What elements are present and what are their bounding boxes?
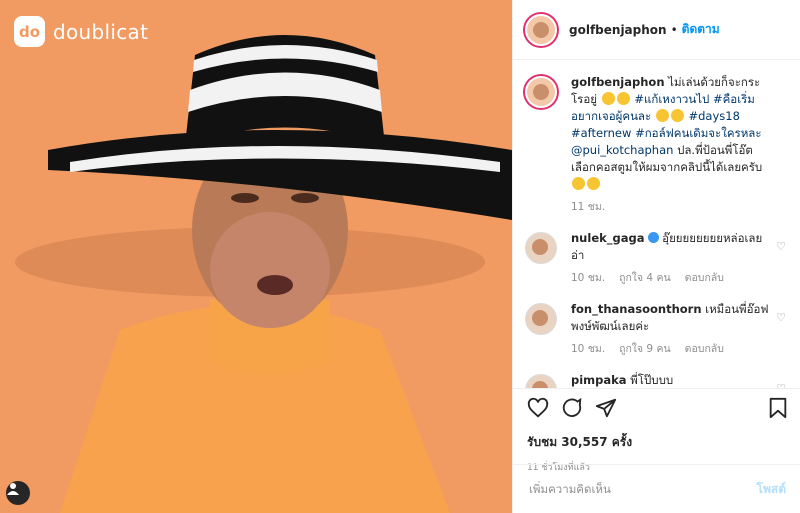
bookmark-icon[interactable] bbox=[768, 397, 788, 423]
avatar[interactable] bbox=[525, 13, 557, 46]
post-header: golfbenjaphon • ติดตาม bbox=[513, 0, 800, 60]
comment-time[interactable]: 10 ชม. bbox=[571, 270, 605, 287]
post-actions: รับชม 30,557 ครั้ง 11 ชั่วโมงที่แล้ว bbox=[513, 388, 800, 474]
caption-username[interactable]: golfbenjaphon bbox=[571, 75, 665, 89]
comments-list[interactable]: golfbenjaphon ไม่เล่นด้วยก็จะกระโรอยู่ #… bbox=[513, 60, 800, 388]
caption: golfbenjaphon ไม่เล่นด้วยก็จะกระโรอยู่ #… bbox=[513, 74, 800, 216]
follow-button[interactable]: ติดตาม bbox=[682, 20, 720, 39]
emoji-icon bbox=[587, 177, 600, 190]
reply-button[interactable]: ตอบกลับ bbox=[685, 270, 724, 287]
verified-badge-icon bbox=[647, 232, 659, 243]
post-media[interactable]: do doublicat bbox=[0, 0, 512, 513]
user-tag-icon[interactable] bbox=[6, 481, 30, 505]
emoji-icon bbox=[601, 92, 615, 105]
avatar[interactable] bbox=[525, 76, 557, 108]
comment-item: pimpaka พี่โป๊บบบ ♡ bbox=[513, 372, 800, 388]
comment-time[interactable]: 10 ชม. bbox=[571, 341, 605, 358]
hashtag[interactable]: #แก้เหงาวนไป bbox=[634, 92, 709, 106]
like-comment-icon[interactable]: ♡ bbox=[776, 311, 786, 324]
emoji-icon bbox=[655, 109, 669, 122]
post-button[interactable]: โพสต์ bbox=[757, 480, 786, 499]
reply-button[interactable]: ตอบกลับ bbox=[685, 341, 724, 358]
share-icon[interactable] bbox=[595, 397, 617, 423]
comment-text: พี่โป๊บบบ bbox=[630, 373, 674, 387]
avatar[interactable] bbox=[525, 303, 557, 335]
doublicat-watermark: do doublicat bbox=[14, 16, 148, 47]
brand-name: doublicat bbox=[53, 19, 149, 44]
avatar[interactable] bbox=[525, 374, 557, 388]
heart-icon[interactable] bbox=[527, 397, 549, 423]
comment-likes[interactable]: ถูกใจ 9 คน bbox=[619, 341, 671, 358]
like-comment-icon[interactable]: ♡ bbox=[776, 240, 786, 253]
emoji-icon bbox=[616, 92, 630, 105]
comment-input[interactable] bbox=[527, 481, 757, 497]
separator-dot: • bbox=[670, 22, 678, 37]
comment-username[interactable]: fon_thanasoonthorn bbox=[571, 302, 702, 316]
hashtag[interactable]: #days18 bbox=[688, 109, 739, 123]
comment-item: fon_thanasoonthorn เหมือนพี่อ๊อฟพงษ์พัฒน… bbox=[513, 301, 800, 358]
comment-item: nulek_gaga อุ๊ยยยยยยยยหล่อเลยอ่า 10 ชม. … bbox=[513, 230, 800, 287]
comment-likes[interactable]: ถูกใจ 4 คน bbox=[619, 270, 671, 287]
mention-link[interactable]: @pui_kotchaphan bbox=[571, 143, 673, 157]
timestamp: 11 ชม. bbox=[571, 201, 606, 213]
view-count[interactable]: รับชม 30,557 ครั้ง bbox=[513, 433, 800, 452]
avatar[interactable] bbox=[525, 232, 557, 264]
doublicat-logo: do bbox=[14, 16, 45, 47]
post-sidebar: golfbenjaphon • ติดตาม golfbenjaphon ไม่… bbox=[512, 0, 800, 513]
header-username[interactable]: golfbenjaphon bbox=[569, 23, 667, 37]
video-frame bbox=[0, 0, 512, 513]
comment-icon[interactable] bbox=[561, 397, 583, 423]
emoji-icon bbox=[572, 177, 585, 190]
add-comment-bar: โพสต์ bbox=[513, 464, 800, 513]
hashtag[interactable]: #afternew bbox=[571, 126, 631, 140]
emoji-icon bbox=[670, 109, 684, 122]
comment-username[interactable]: pimpaka bbox=[571, 373, 627, 387]
comment-username[interactable]: nulek_gaga bbox=[571, 231, 645, 245]
hashtag[interactable]: #กอล์ฟคนเดิมจะใครหละ bbox=[635, 126, 761, 140]
